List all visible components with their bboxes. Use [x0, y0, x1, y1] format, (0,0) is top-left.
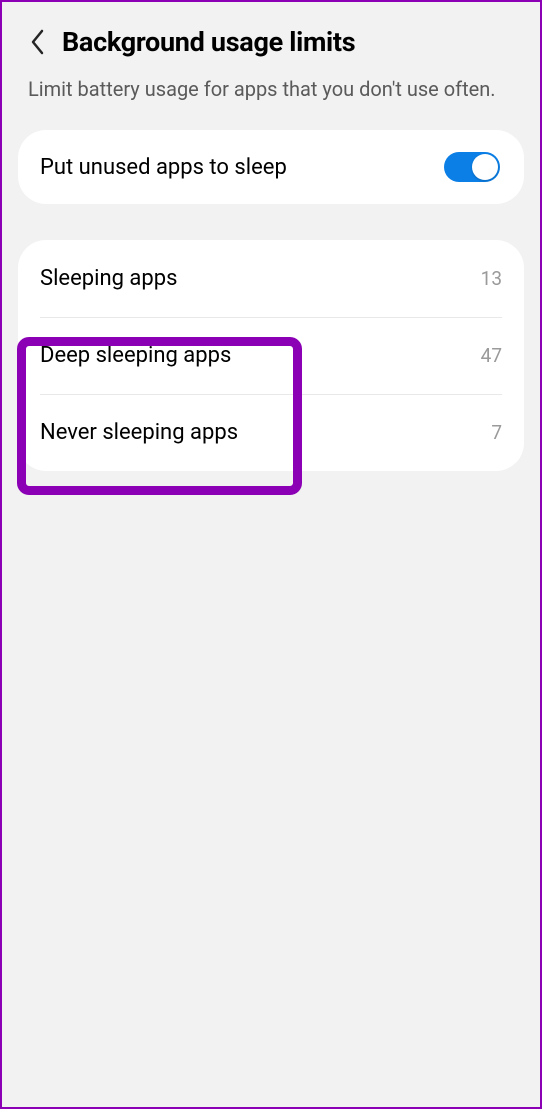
toggle-label: Put unused apps to sleep	[40, 155, 287, 180]
back-icon[interactable]	[28, 28, 46, 56]
page-description: Limit battery usage for apps that you do…	[2, 58, 540, 130]
list-item-count: 7	[491, 421, 502, 444]
toggle-card: Put unused apps to sleep	[18, 130, 524, 204]
switch-thumb	[472, 154, 498, 180]
list-item-label: Deep sleeping apps	[40, 343, 231, 368]
apps-list-card: Sleeping apps 13 Deep sleeping apps 47 N…	[18, 240, 524, 471]
page-title: Background usage limits	[62, 26, 355, 58]
deep-sleeping-apps-row[interactable]: Deep sleeping apps 47	[18, 317, 524, 394]
list-item-label: Sleeping apps	[40, 266, 177, 291]
list-item-count: 13	[481, 267, 502, 290]
list-item-label: Never sleeping apps	[40, 420, 238, 445]
sleeping-apps-row[interactable]: Sleeping apps 13	[18, 240, 524, 317]
never-sleeping-apps-row[interactable]: Never sleeping apps 7	[18, 394, 524, 471]
list-item-count: 47	[481, 344, 502, 367]
put-unused-apps-to-sleep-row[interactable]: Put unused apps to sleep	[18, 130, 524, 204]
sleep-toggle-switch[interactable]	[444, 152, 500, 182]
